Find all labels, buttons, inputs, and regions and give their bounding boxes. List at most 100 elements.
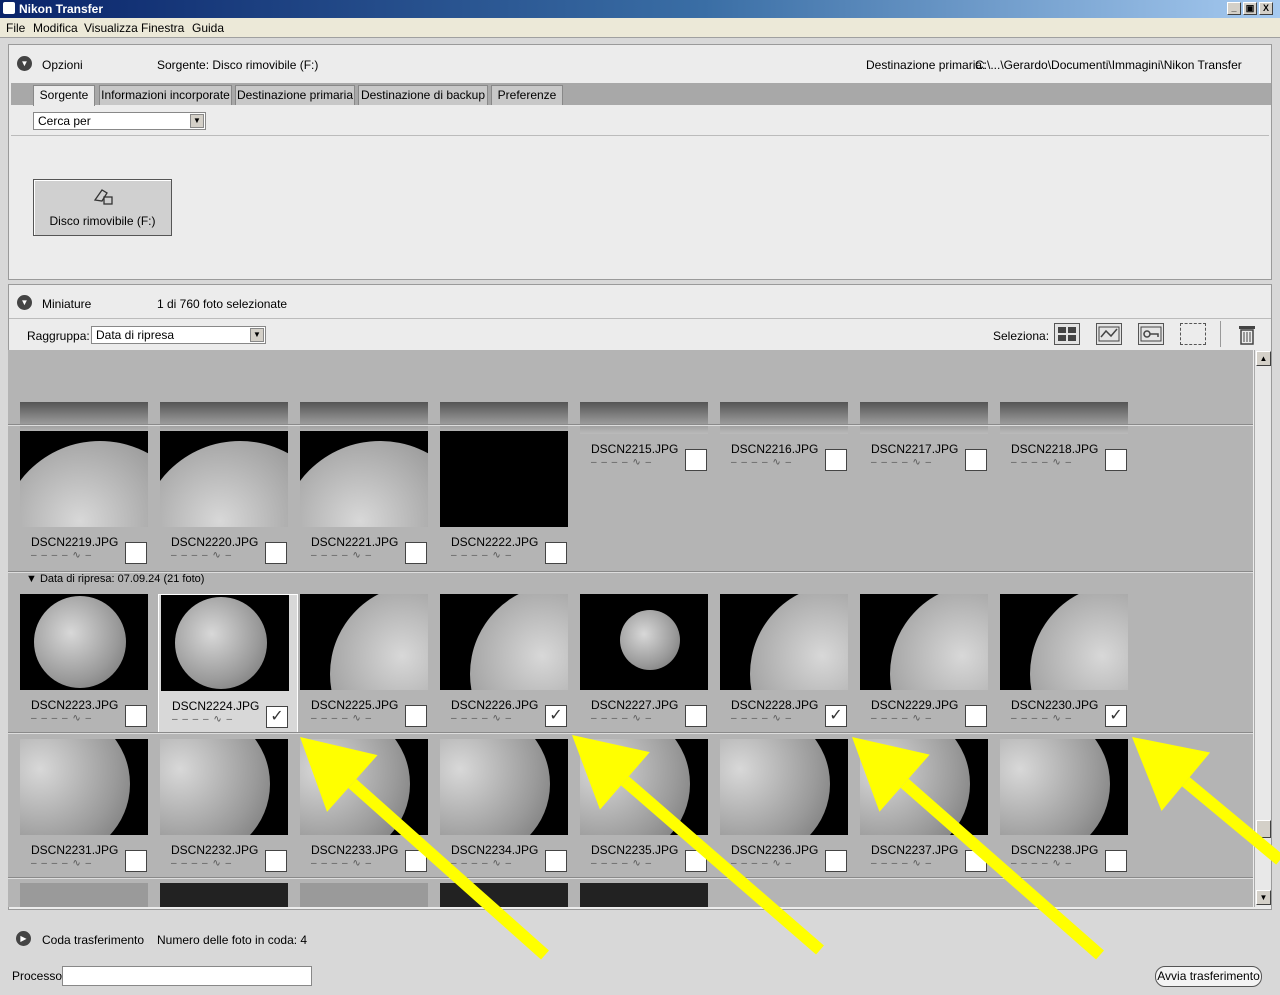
transfer-checkbox[interactable] xyxy=(405,850,427,872)
tab-preferenze[interactable]: Preferenze xyxy=(491,85,563,105)
thumbnail-image[interactable] xyxy=(1000,594,1128,690)
start-transfer-button[interactable]: Avvia trasferimento xyxy=(1155,966,1262,987)
transfer-checkbox[interactable]: ✓ xyxy=(825,705,847,727)
transfer-checkbox[interactable] xyxy=(265,850,287,872)
thumbnail-item[interactable]: DSCN2233.JPG – – – – ∿ – xyxy=(298,739,438,879)
thumbnail-image[interactable] xyxy=(720,402,848,434)
thumbnail-item[interactable]: DSCN2229.JPG – – – – ∿ – xyxy=(858,594,998,734)
thumbnail-image[interactable] xyxy=(580,594,708,690)
thumbnail-image[interactable] xyxy=(1000,739,1128,835)
close-button[interactable]: X xyxy=(1259,2,1273,15)
deselect-icon[interactable] xyxy=(1180,323,1206,345)
thumbnail-image[interactable] xyxy=(20,739,148,835)
transfer-checkbox[interactable] xyxy=(825,850,847,872)
thumbnail-image[interactable] xyxy=(161,595,289,691)
scroll-thumb[interactable] xyxy=(1256,820,1271,838)
thumbnail-image[interactable] xyxy=(580,402,708,434)
thumbnail-item[interactable]: DSCN2235.JPG – – – – ∿ – xyxy=(578,739,718,879)
thumbnail-image[interactable] xyxy=(300,402,428,434)
thumbnail-image[interactable] xyxy=(300,739,428,835)
thumbnail-item[interactable]: DSCN2222.JPG – – – – ∿ – xyxy=(438,431,578,571)
thumbnail-image[interactable] xyxy=(160,883,288,907)
collapse-thumbnails-icon[interactable]: ▼ xyxy=(17,295,32,310)
select-protected-icon[interactable] xyxy=(1096,323,1122,345)
minimize-button[interactable]: _ xyxy=(1227,2,1241,15)
select-all-icon[interactable] xyxy=(1054,323,1080,345)
thumbnail-item[interactable]: DSCN2218.JPG – – – – ∿ – xyxy=(998,350,1138,478)
thumbnail-item[interactable]: DSCN2215.JPG – – – – ∿ – xyxy=(578,350,718,478)
group-by-select[interactable]: Data di ripresa ▼ xyxy=(91,326,266,344)
thumbnail-image[interactable] xyxy=(860,739,988,835)
thumbnail-image[interactable] xyxy=(440,739,568,835)
transfer-checkbox[interactable] xyxy=(965,850,987,872)
removable-disk-button[interactable]: Disco rimovibile (F:) xyxy=(33,179,172,236)
thumbnail-image[interactable] xyxy=(860,402,988,434)
thumbnail-image[interactable] xyxy=(580,739,708,835)
transfer-checkbox[interactable] xyxy=(125,850,147,872)
thumbnail-item[interactable]: DSCN2216.JPG – – – – ∿ – xyxy=(718,350,858,478)
expand-queue-icon[interactable]: ▶ xyxy=(16,931,31,946)
thumbnail-item[interactable]: DSCN2237.JPG – – – – ∿ – xyxy=(858,739,998,879)
menu-finestra[interactable]: Finestra xyxy=(141,21,184,35)
thumbnail-image[interactable] xyxy=(160,402,288,434)
thumbnail-item[interactable]: DSCN2238.JPG – – – – ∿ – xyxy=(998,739,1138,879)
thumbnail-item[interactable]: DSCN2223.JPG – – – – ∿ – xyxy=(18,594,158,734)
thumbnail-item[interactable]: DSCN2219.JPG – – – – ∿ – xyxy=(18,431,158,571)
chevron-down-icon[interactable]: ▼ xyxy=(190,114,204,128)
scroll-down-icon[interactable]: ▼ xyxy=(1256,890,1271,905)
thumbnail-image[interactable] xyxy=(300,594,428,690)
menu-visualizza[interactable]: Visualizza xyxy=(84,21,138,35)
transfer-checkbox[interactable]: ✓ xyxy=(545,705,567,727)
thumbnail-image[interactable] xyxy=(860,594,988,690)
thumbnail-image[interactable] xyxy=(720,594,848,690)
thumbnail-item[interactable]: DSCN2231.JPG – – – – ∿ – xyxy=(18,739,158,879)
vertical-scrollbar[interactable]: ▲ ▼ xyxy=(1254,350,1271,907)
thumbnail-image[interactable] xyxy=(20,431,148,527)
transfer-checkbox[interactable] xyxy=(965,705,987,727)
thumbnail-image[interactable] xyxy=(440,431,568,527)
group-header[interactable]: ▼ Data di ripresa: 07.09.24 (21 foto) xyxy=(26,573,204,585)
transfer-checkbox[interactable] xyxy=(125,542,147,564)
thumbnail-image[interactable] xyxy=(720,739,848,835)
transfer-checkbox[interactable]: ✓ xyxy=(1105,705,1127,727)
transfer-checkbox[interactable] xyxy=(965,449,987,471)
transfer-checkbox[interactable] xyxy=(545,850,567,872)
transfer-checkbox[interactable] xyxy=(405,705,427,727)
transfer-checkbox[interactable] xyxy=(685,850,707,872)
thumbnail-item[interactable]: DSCN2236.JPG – – – – ∿ – xyxy=(718,739,858,879)
collapse-options-icon[interactable]: ▼ xyxy=(17,56,32,71)
trash-icon[interactable] xyxy=(1234,323,1260,345)
thumbnail-item[interactable]: DSCN2220.JPG – – – – ∿ – xyxy=(158,431,298,571)
thumbnail-image[interactable] xyxy=(20,594,148,690)
transfer-checkbox[interactable] xyxy=(405,542,427,564)
menu-guida[interactable]: Guida xyxy=(192,21,224,35)
thumbnail-image[interactable] xyxy=(160,739,288,835)
transfer-checkbox[interactable] xyxy=(545,542,567,564)
thumbnail-item[interactable]: DSCN2230.JPG – – – – ∿ – ✓ xyxy=(998,594,1138,734)
thumbnail-image[interactable] xyxy=(20,883,148,907)
transfer-checkbox[interactable] xyxy=(125,705,147,727)
scroll-up-icon[interactable]: ▲ xyxy=(1256,351,1271,366)
thumbnail-item[interactable]: DSCN2221.JPG – – – – ∿ – xyxy=(298,431,438,571)
thumbnail-image[interactable] xyxy=(440,402,568,434)
thumbnail-item[interactable]: DSCN2227.JPG – – – – ∿ – xyxy=(578,594,718,734)
transfer-checkbox[interactable] xyxy=(685,449,707,471)
thumbnail-item[interactable]: DSCN2234.JPG – – – – ∿ – xyxy=(438,739,578,879)
restore-button[interactable]: ▣ xyxy=(1243,2,1257,15)
tab-informazioni-incorporate[interactable]: Informazioni incorporate xyxy=(99,85,232,105)
chevron-down-icon[interactable]: ▼ xyxy=(250,328,264,342)
thumbnail-item[interactable]: DSCN2224.JPG – – – – ∿ – ✓ xyxy=(158,594,298,734)
thumbnail-item[interactable]: DSCN2226.JPG – – – – ∿ – ✓ xyxy=(438,594,578,734)
menu-modifica[interactable]: Modifica xyxy=(33,21,78,35)
transfer-checkbox[interactable] xyxy=(825,449,847,471)
thumbnail-image[interactable] xyxy=(440,883,568,907)
transfer-checkbox[interactable]: ✓ xyxy=(266,706,288,728)
tab-destinazione-primaria[interactable]: Destinazione primaria xyxy=(235,85,355,105)
thumbnail-item[interactable]: DSCN2217.JPG – – – – ∿ – xyxy=(858,350,998,478)
thumbnail-image[interactable] xyxy=(160,431,288,527)
thumbnail-image[interactable] xyxy=(300,431,428,527)
thumbnail-image[interactable] xyxy=(440,594,568,690)
transfer-checkbox[interactable] xyxy=(1105,449,1127,471)
tab-destinazione-backup[interactable]: Destinazione di backup xyxy=(358,85,488,105)
thumbnail-item[interactable]: DSCN2228.JPG – – – – ∿ – ✓ xyxy=(718,594,858,734)
